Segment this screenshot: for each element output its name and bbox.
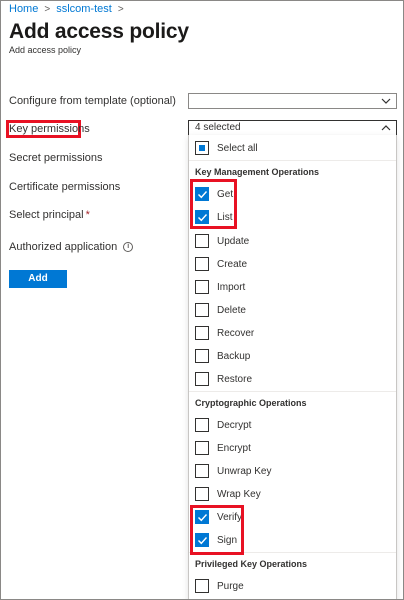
option-update[interactable]: Update [195,233,249,249]
checkbox-purge[interactable] [195,579,209,593]
template-dropdown[interactable] [188,93,397,109]
chevron-down-icon [381,98,391,104]
select-principal-label: Select principal * [9,209,90,221]
option-encrypt-label: Encrypt [217,442,251,454]
key-permissions-label: Key permissions [9,123,90,135]
option-wrap-key-label: Wrap Key [217,488,261,500]
checkbox-encrypt[interactable] [195,441,209,455]
breadcrumb-vault-link[interactable]: sslcom-test [56,3,112,15]
required-mark: * [85,209,90,221]
option-unwrap-key[interactable]: Unwrap Key [195,463,271,479]
page-subtitle: Add access policy [9,45,82,55]
option-encrypt[interactable]: Encrypt [195,440,251,456]
option-unwrap-key-label: Unwrap Key [217,465,272,477]
select-all-checkbox[interactable] [195,141,209,155]
option-delete[interactable]: Delete [195,302,246,318]
app-frame: Home > sslcom-test > Add access policy A… [0,0,404,600]
select-principal-text: Select principal [9,209,84,221]
option-wrap-key[interactable]: Wrap Key [195,486,261,502]
group-header-privileged: Privileged Key Operations [195,559,308,569]
breadcrumb-home-link[interactable]: Home [9,3,38,15]
highlight-verify-sign [190,505,244,555]
checkbox-create[interactable] [195,257,209,271]
checkbox-update[interactable] [195,234,209,248]
option-create[interactable]: Create [195,256,247,272]
template-label: Configure from template (optional) [9,95,176,107]
group-header-key-management: Key Management Operations [195,167,320,177]
authorized-application-text: Authorized application [9,241,118,253]
breadcrumb: Home > sslcom-test > [9,3,124,15]
breadcrumb-separator-icon: > [117,3,124,15]
group-header-cryptographic: Cryptographic Operations [195,398,307,408]
checkbox-unwrap-key[interactable] [195,464,209,478]
option-decrypt-label: Decrypt [217,419,252,431]
divider [189,160,396,161]
checkbox-import[interactable] [195,280,209,294]
divider [189,391,396,392]
option-backup-label: Backup [217,350,251,362]
option-update-label: Update [217,235,250,247]
option-create-label: Create [217,258,248,270]
secret-permissions-label: Secret permissions [9,152,103,164]
page-title: Add access policy [9,20,189,43]
checkbox-delete[interactable] [195,303,209,317]
key-permissions-value: 4 selected [195,122,241,133]
checkbox-decrypt[interactable] [195,418,209,432]
select-all-label: Select all [217,142,258,154]
option-import-label: Import [217,281,246,293]
add-button[interactable]: Add [9,270,67,288]
chevron-up-icon [381,125,391,131]
option-restore-label: Restore [217,373,253,385]
option-import[interactable]: Import [195,279,245,295]
option-recover-label: Recover [217,327,255,339]
option-delete-label: Delete [217,304,246,316]
checkbox-recover[interactable] [195,326,209,340]
option-purge[interactable]: Purge [195,578,244,594]
breadcrumb-separator-icon: > [44,3,51,15]
option-backup[interactable]: Backup [195,348,250,364]
authorized-application-label: Authorized application i [9,241,134,253]
option-restore[interactable]: Restore [195,371,252,387]
option-decrypt[interactable]: Decrypt [195,417,251,433]
select-all-option[interactable]: Select all [195,140,258,156]
checkbox-wrap-key[interactable] [195,487,209,501]
info-icon[interactable]: i [123,242,134,253]
checkbox-restore[interactable] [195,372,209,386]
certificate-permissions-label: Certificate permissions [9,181,121,193]
highlight-get-list [190,179,237,229]
option-purge-label: Purge [217,580,244,592]
checkbox-backup[interactable] [195,349,209,363]
key-permissions-dropdown[interactable]: 4 selected [188,120,397,136]
option-recover[interactable]: Recover [195,325,254,341]
